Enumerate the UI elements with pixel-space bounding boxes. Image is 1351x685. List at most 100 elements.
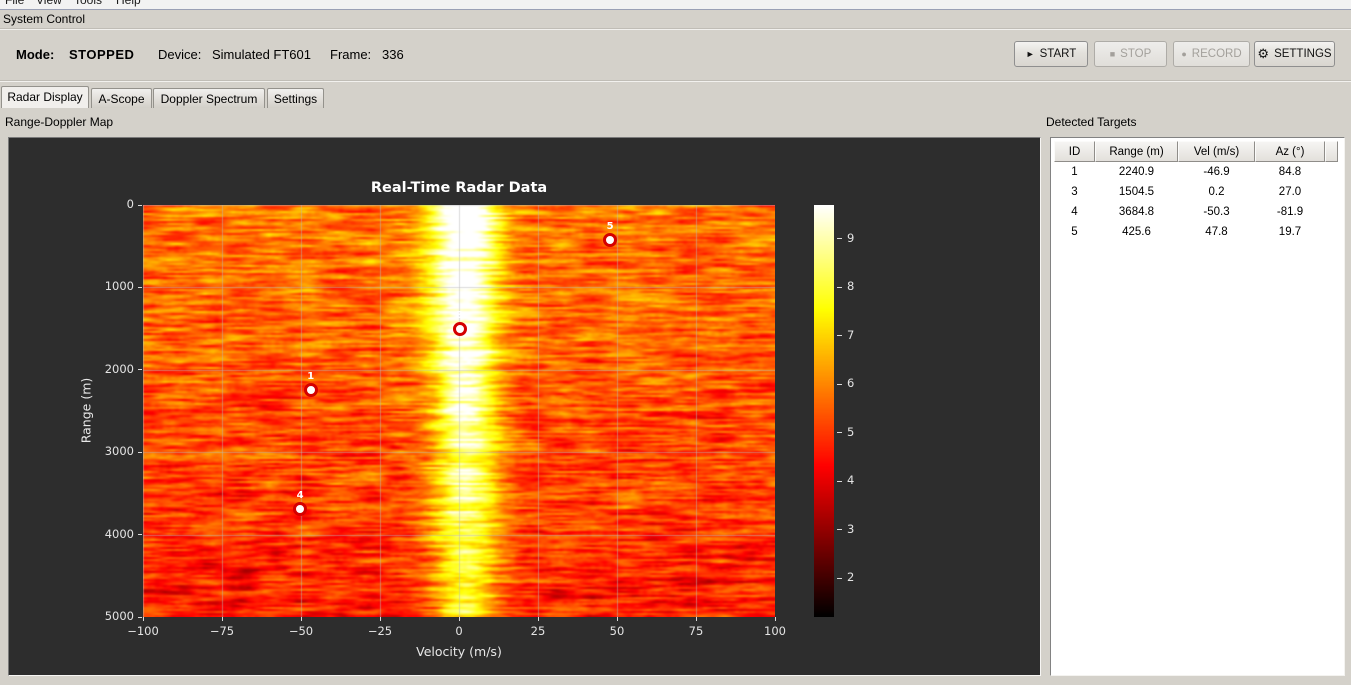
colorbar-tick-mark <box>837 480 842 482</box>
x-axis-label: Velocity (m/s) <box>416 644 502 659</box>
table-cell: -81.9 <box>1276 206 1304 218</box>
x-tick-mark <box>221 617 223 621</box>
gear-icon: ⚙ <box>1257 46 1270 61</box>
target-marker[interactable] <box>303 382 318 397</box>
record-button[interactable]: ● RECORD <box>1173 41 1250 67</box>
start-button[interactable]: ► START <box>1014 41 1088 67</box>
y-tick-mark <box>138 286 142 288</box>
x-tick-label: −75 <box>209 624 235 638</box>
table-cell: 425.6 <box>1122 226 1151 238</box>
device-label: Device: <box>158 47 202 62</box>
record-icon: ● <box>1181 49 1187 59</box>
range-doppler-plot-panel: Real-Time Radar Data Velocity (m/s) Rang… <box>8 137 1041 676</box>
x-tick-label: 50 <box>609 624 625 638</box>
colorbar-tick-label: 7 <box>847 327 855 342</box>
colorbar-tick-mark <box>837 238 842 240</box>
colorbar-tick-mark <box>837 383 842 385</box>
menu-item-tools[interactable]: Tools <box>74 0 102 7</box>
table-row[interactable]: 3 1504.5 0.2 27.0 <box>1054 182 1338 202</box>
colorbar-tick-mark <box>837 577 842 579</box>
y-tick-label: 0 <box>126 197 134 211</box>
table-row[interactable]: 4 3684.8 -50.3 -81.9 <box>1054 202 1338 222</box>
menu-item-file[interactable]: File <box>5 0 24 7</box>
groupbox-top-edge <box>0 28 1351 30</box>
detected-targets-label: Detected Targets <box>1046 115 1137 129</box>
target-marker-label: 3 <box>456 309 464 321</box>
colorbar-tick-mark <box>837 432 842 434</box>
colorbar-tick-label: 4 <box>847 473 855 488</box>
colorbar-tick-label: 6 <box>847 376 855 391</box>
table-cell: 1504.5 <box>1118 186 1155 198</box>
y-tick-label: 4000 <box>104 526 134 541</box>
stop-button[interactable]: ■ STOP <box>1094 41 1167 67</box>
frame-label: Frame: <box>330 47 372 62</box>
settings-button[interactable]: ⚙ SETTINGS <box>1254 41 1335 67</box>
mode-label: Mode: <box>16 47 55 62</box>
x-tick-mark <box>300 617 302 621</box>
menu-item-view[interactable]: View <box>36 0 62 7</box>
x-tick-label: −25 <box>367 624 393 638</box>
x-tick-label: 100 <box>764 624 786 638</box>
x-tick-label: 25 <box>530 624 546 638</box>
col-header-range[interactable]: Range (m) <box>1095 141 1178 162</box>
colorbar-tick-label: 3 <box>847 521 855 536</box>
x-tick-label: −50 <box>288 624 314 638</box>
col-header-stub <box>1325 141 1338 162</box>
col-header-vel[interactable]: Vel (m/s) <box>1178 141 1255 162</box>
x-tick-mark <box>537 617 539 621</box>
range-doppler-heatmap[interactable] <box>143 205 775 617</box>
system-control-group-label: System Control <box>3 12 86 26</box>
y-tick-mark <box>138 534 142 536</box>
table-cell: -50.3 <box>1203 206 1230 218</box>
table-cell <box>1325 162 1338 182</box>
stop-icon: ■ <box>1109 49 1116 59</box>
menu-bar: File View Tools Help <box>0 0 1351 10</box>
tab-settings[interactable]: Settings <box>267 88 324 108</box>
tab-a-scope[interactable]: A-Scope <box>91 88 152 108</box>
table-header-row: ID Range (m) Vel (m/s) Az (°) <box>1054 141 1338 162</box>
x-tick-mark <box>616 617 618 621</box>
target-marker[interactable] <box>452 321 467 336</box>
groupbox-bottom-edge <box>0 80 1351 82</box>
device-value: Simulated FT601 <box>212 47 311 62</box>
x-tick-mark <box>695 617 697 621</box>
table-cell <box>1325 182 1338 202</box>
table-cell <box>1325 202 1338 222</box>
play-icon: ► <box>1025 49 1035 59</box>
plot-title: Real-Time Radar Data <box>370 180 548 196</box>
target-marker[interactable] <box>293 501 308 516</box>
detected-targets-table[interactable]: ID Range (m) Vel (m/s) Az (°) 1 2240.9 -46… <box>1054 141 1338 242</box>
x-tick-mark <box>142 617 144 621</box>
y-tick-label: 5000 <box>104 609 134 623</box>
x-tick-label: 0 <box>455 624 463 638</box>
target-marker-label: 5 <box>606 221 614 233</box>
colorbar-tick-label: 8 <box>847 279 855 294</box>
x-tick-label: 75 <box>688 624 704 638</box>
x-tick-mark <box>458 617 460 621</box>
table-cell: 27.0 <box>1278 186 1302 198</box>
frame-value: 336 <box>382 47 404 62</box>
col-header-id[interactable]: ID <box>1054 141 1095 162</box>
menu-item-help[interactable]: Help <box>116 0 141 7</box>
y-tick-label: 2000 <box>104 361 134 376</box>
table-cell: 19.7 <box>1278 226 1302 238</box>
table-row[interactable]: 1 2240.9 -46.9 84.8 <box>1054 162 1338 182</box>
y-tick-mark <box>138 369 142 371</box>
tab-doppler-spectrum[interactable]: Doppler Spectrum <box>153 88 265 108</box>
y-tick-label: 3000 <box>104 444 134 459</box>
detected-targets-panel: ID Range (m) Vel (m/s) Az (°) 1 2240.9 -46… <box>1050 137 1345 676</box>
colorbar <box>814 205 834 617</box>
y-tick-label: 1000 <box>104 279 134 294</box>
colorbar-tick-label: 9 <box>847 230 855 245</box>
table-cell: 3684.8 <box>1118 206 1155 218</box>
target-marker-label: 1 <box>307 370 315 382</box>
col-header-az[interactable]: Az (°) <box>1255 141 1325 162</box>
table-row[interactable]: 5 425.6 47.8 19.7 <box>1054 222 1338 242</box>
table-cell: 1 <box>1071 166 1078 178</box>
tab-radar-display[interactable]: Radar Display <box>1 86 89 108</box>
table-cell: -46.9 <box>1203 166 1230 178</box>
colorbar-tick-mark <box>837 335 842 337</box>
range-doppler-map-label: Range-Doppler Map <box>5 115 114 129</box>
mode-value: STOPPED <box>69 47 135 62</box>
target-marker[interactable] <box>603 233 618 248</box>
